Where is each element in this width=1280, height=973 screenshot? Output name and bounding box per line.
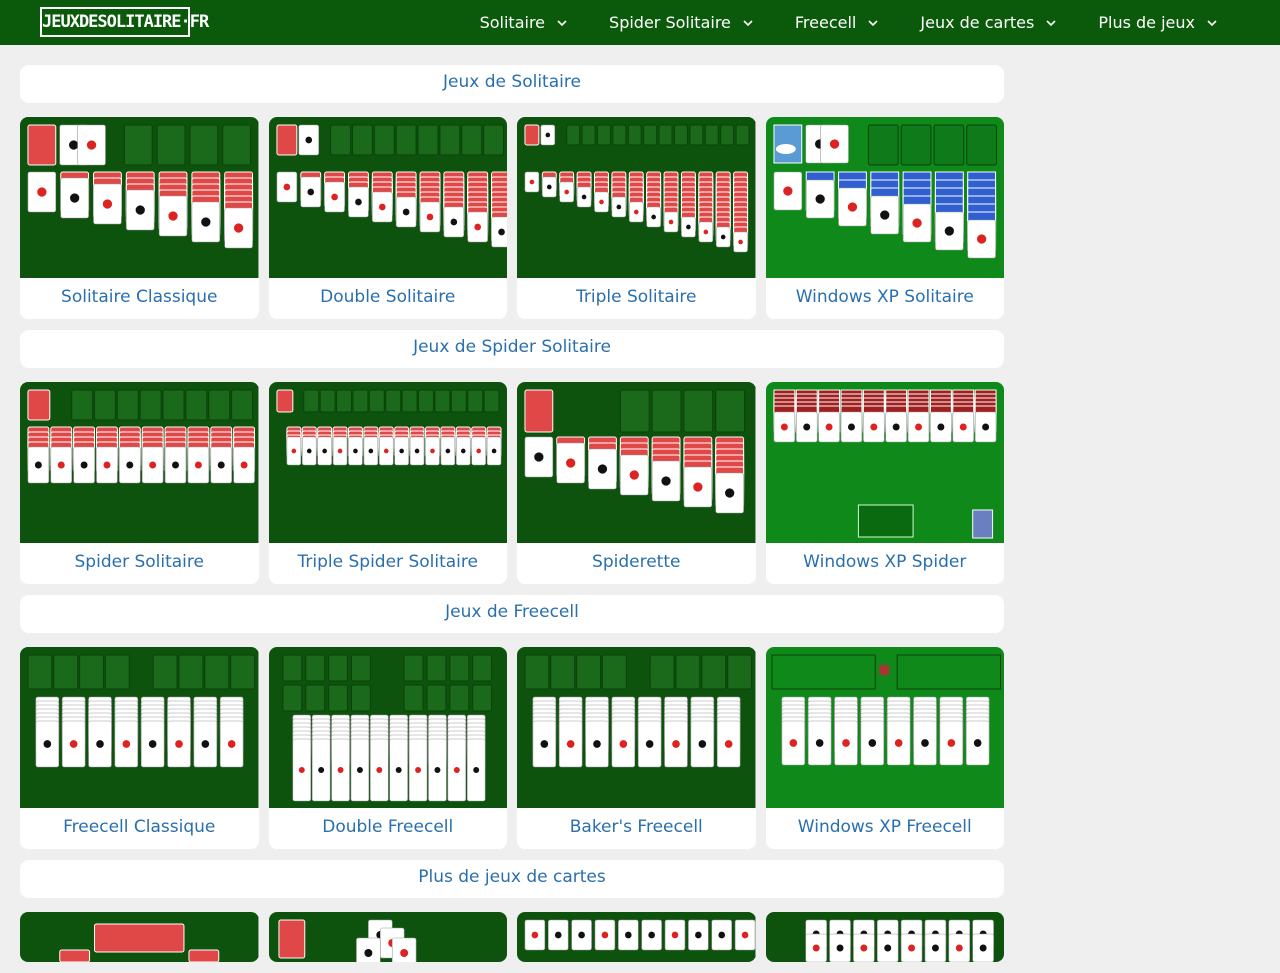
game-title: Windows XP Solitaire	[795, 287, 974, 307]
game-card-more-2[interactable]	[268, 912, 507, 962]
game-card-triple-solitaire[interactable]: Triple Solitaire	[517, 117, 756, 319]
game-card-windows-xp-solitaire[interactable]: Windows XP Solitaire	[765, 117, 1004, 319]
top-navigation-bar: JEUXDESOLITAIRE·FR Solitaire Spider Soli…	[0, 0, 1280, 45]
game-title: Triple Spider Solitaire	[297, 552, 478, 572]
game-title: Double Solitaire	[320, 287, 456, 307]
game-thumbnail	[765, 647, 1004, 808]
game-title: Windows XP Spider	[803, 552, 967, 572]
game-card-bakers-freecell[interactable]: Baker's Freecell	[517, 647, 756, 849]
game-thumbnail	[517, 647, 756, 808]
game-card-freecell-classique[interactable]: Freecell Classique	[20, 647, 259, 849]
game-thumbnail	[20, 117, 259, 278]
nav-spider-label: Spider Solitaire	[609, 13, 731, 32]
nav-solitaire[interactable]: Solitaire	[459, 0, 588, 45]
game-thumbnail	[268, 117, 507, 278]
game-thumbnail	[765, 117, 1004, 278]
game-thumbnail	[765, 382, 1004, 543]
nav-spider-solitaire[interactable]: Spider Solitaire	[588, 0, 774, 45]
game-row-freecell: Freecell Classique Double Freecell Baker…	[20, 647, 1004, 849]
game-title: Spider Solitaire	[74, 552, 204, 572]
game-card-double-freecell[interactable]: Double Freecell	[268, 647, 507, 849]
game-catalog: Jeux de Solitaire Solitaire Classique Do…	[20, 65, 1004, 973]
chevron-down-icon	[1207, 19, 1217, 26]
chevron-down-icon	[557, 19, 567, 26]
game-thumbnail	[268, 647, 507, 808]
nav-plus-de-jeux[interactable]: Plus de jeux	[1077, 0, 1238, 45]
game-title: Double Freecell	[322, 817, 454, 837]
chevron-down-icon	[868, 19, 878, 26]
game-thumbnail	[268, 382, 507, 543]
nav-jeux-de-cartes[interactable]: Jeux de cartes	[899, 0, 1077, 45]
nav-freecell[interactable]: Freecell	[774, 0, 899, 45]
game-thumbnail	[20, 912, 259, 962]
game-card-spider-solitaire[interactable]: Spider Solitaire	[20, 382, 259, 584]
game-title: Triple Solitaire	[576, 287, 697, 307]
nav-freecell-label: Freecell	[794, 13, 857, 32]
nav-plus-label: Plus de jeux	[1098, 13, 1195, 32]
site-logo[interactable]: JEUXDESOLITAIRE·FR	[40, 7, 209, 37]
chevron-down-icon	[743, 19, 753, 26]
game-card-windows-xp-spider[interactable]: Windows XP Spider	[765, 382, 1004, 584]
game-row-more	[20, 912, 1004, 962]
section-title-solitaire: Jeux de Solitaire	[20, 65, 1004, 103]
game-card-more-3[interactable]	[517, 912, 756, 962]
game-card-triple-spider-solitaire[interactable]: Triple Spider Solitaire	[268, 382, 507, 584]
game-thumbnail	[268, 912, 507, 962]
nav-cartes-label: Jeux de cartes	[920, 13, 1035, 32]
game-row-solitaire: Solitaire Classique Double Solitaire Tri…	[20, 117, 1004, 319]
game-card-more-4[interactable]	[765, 912, 1004, 962]
game-title: Solitaire Classique	[61, 287, 218, 307]
game-row-spider: Spider Solitaire Triple Spider Solitaire…	[20, 382, 1004, 584]
game-thumbnail	[20, 647, 259, 808]
game-card-more-1[interactable]	[20, 912, 259, 962]
game-card-double-solitaire[interactable]: Double Solitaire	[268, 117, 507, 319]
game-thumbnail	[765, 912, 1004, 962]
game-title: Baker's Freecell	[569, 817, 703, 837]
section-title-freecell: Jeux de Freecell	[20, 595, 1004, 633]
game-card-spiderette[interactable]: Spiderette	[517, 382, 756, 584]
game-card-solitaire-classique[interactable]: Solitaire Classique	[20, 117, 259, 319]
section-title-more-card-games: Plus de jeux de cartes	[20, 860, 1004, 898]
game-thumbnail	[517, 912, 756, 962]
main-nav: Solitaire Spider Solitaire Freecell Jeux…	[459, 0, 1238, 45]
game-thumbnail	[20, 382, 259, 543]
game-title: Windows XP Freecell	[797, 817, 972, 837]
section-title-spider: Jeux de Spider Solitaire	[20, 330, 1004, 368]
game-thumbnail	[517, 117, 756, 278]
game-thumbnail	[517, 382, 756, 543]
game-title: Spiderette	[592, 552, 681, 572]
chevron-down-icon	[1046, 19, 1056, 26]
game-title: Freecell Classique	[63, 817, 216, 837]
nav-solitaire-label: Solitaire	[479, 13, 546, 32]
game-card-windows-xp-freecell[interactable]: Windows XP Freecell	[765, 647, 1004, 849]
